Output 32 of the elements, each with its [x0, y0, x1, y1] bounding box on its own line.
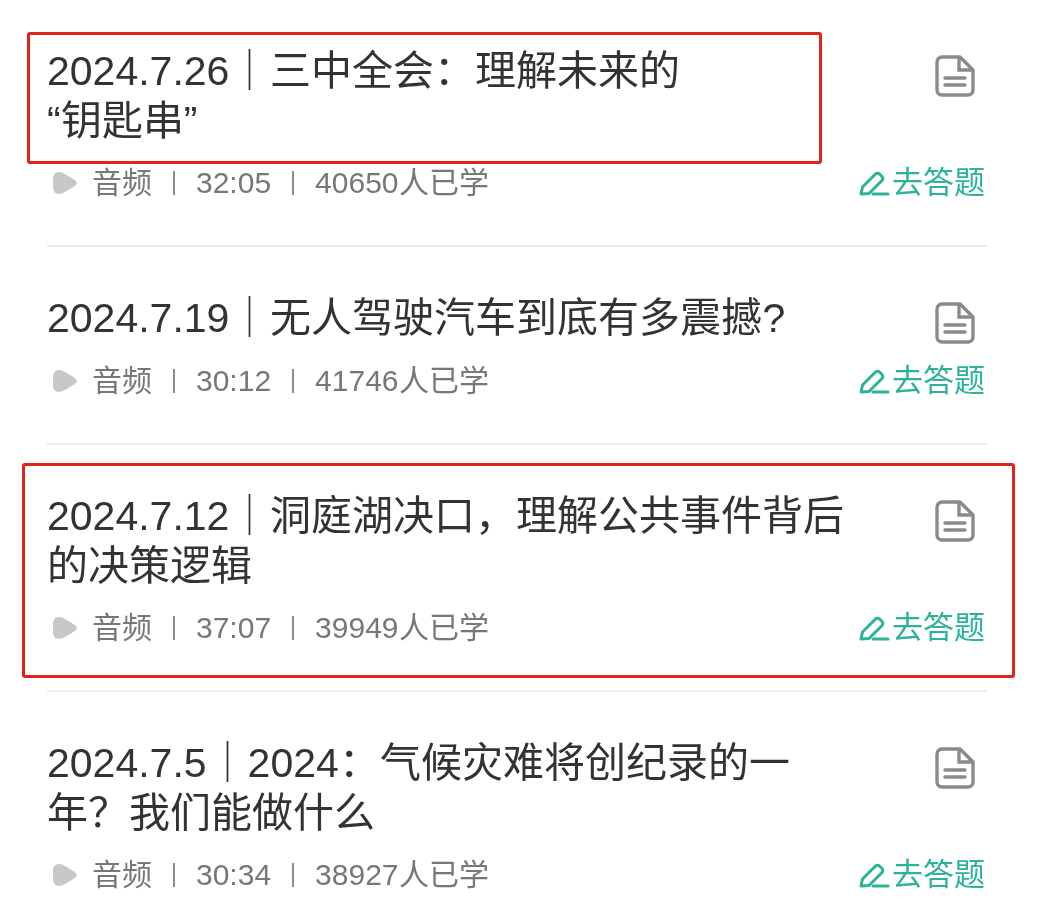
item-title: 2024.7.26｜三中全会：理解未来的“钥匙串” [47, 47, 682, 146]
answer-link[interactable]: 去答题 [858, 361, 985, 401]
duration: 32:05 [196, 165, 272, 201]
pencil-icon [858, 367, 890, 395]
pencil-icon [858, 169, 890, 197]
answer-link[interactable]: 去答题 [858, 855, 985, 895]
learner-count: 40650人已学 [315, 165, 489, 201]
item-title: 2024.7.19｜无人驾驶汽车到底有多震撼? [47, 294, 787, 343]
document-icon[interactable] [935, 55, 975, 97]
document-icon[interactable] [935, 302, 975, 344]
item-title: 2024.7.5｜2024：气候灾难将创纪录的一年？我们能做什么 [47, 739, 791, 838]
learner-count: 39949人已学 [315, 610, 489, 646]
learner-count: 41746人已学 [315, 363, 489, 399]
media-type: 音频 [92, 857, 152, 893]
play-icon [52, 862, 78, 888]
duration: 37:07 [196, 610, 272, 646]
duration: 30:12 [196, 363, 272, 399]
pencil-icon [858, 861, 890, 889]
media-type: 音频 [92, 610, 152, 646]
answer-link[interactable]: 去答题 [858, 163, 985, 203]
media-type: 音频 [92, 165, 152, 201]
play-icon [52, 368, 78, 394]
item-title: 2024.7.12｜洞庭湖决口，理解公共事件背后的决策逻辑 [47, 492, 846, 591]
answer-link[interactable]: 去答题 [858, 608, 985, 648]
play-icon [52, 615, 78, 641]
learner-count: 38927人已学 [315, 857, 489, 893]
document-icon[interactable] [935, 500, 975, 542]
media-type: 音频 [92, 363, 152, 399]
duration: 30:34 [196, 857, 272, 893]
document-icon[interactable] [935, 747, 975, 789]
play-icon [52, 170, 78, 196]
pencil-icon [858, 614, 890, 642]
